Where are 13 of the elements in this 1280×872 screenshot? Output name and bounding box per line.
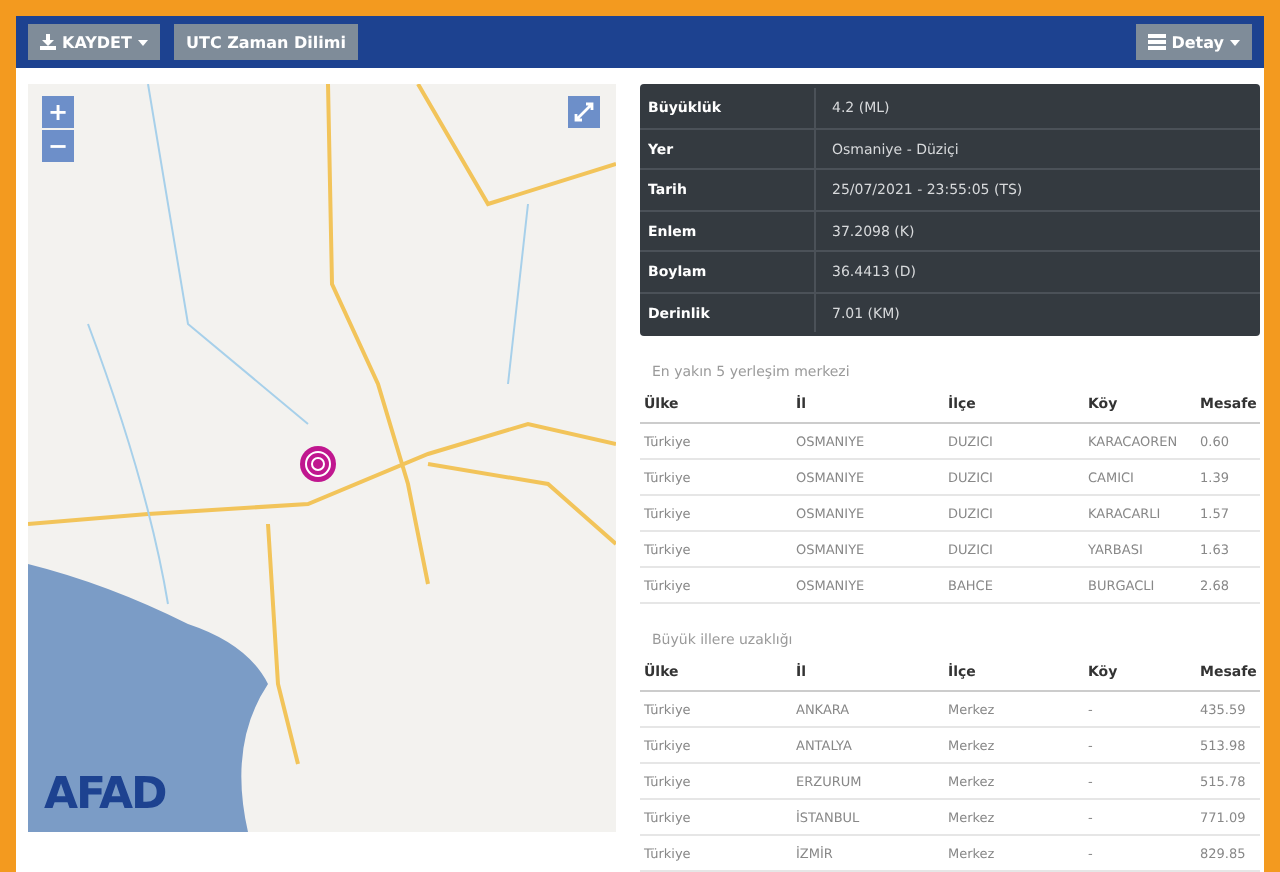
zoom-in-button[interactable]: + <box>42 96 74 128</box>
list-icon <box>1147 34 1166 50</box>
zoom-out-button[interactable]: − <box>42 130 74 162</box>
caret-icon <box>137 39 148 45</box>
caret-icon <box>1230 39 1240 45</box>
afad-logo: AFAD <box>44 770 166 820</box>
utc-button[interactable]: UTC Zaman Dilimi <box>173 24 358 60</box>
expand-icon <box>574 102 594 122</box>
map[interactable]: + − AFAD <box>28 84 616 832</box>
fullscreen-button[interactable] <box>568 96 600 128</box>
detail-button[interactable]: Detay <box>1135 24 1252 60</box>
download-icon <box>40 34 56 50</box>
save-button[interactable]: KAYDET <box>28 24 160 60</box>
